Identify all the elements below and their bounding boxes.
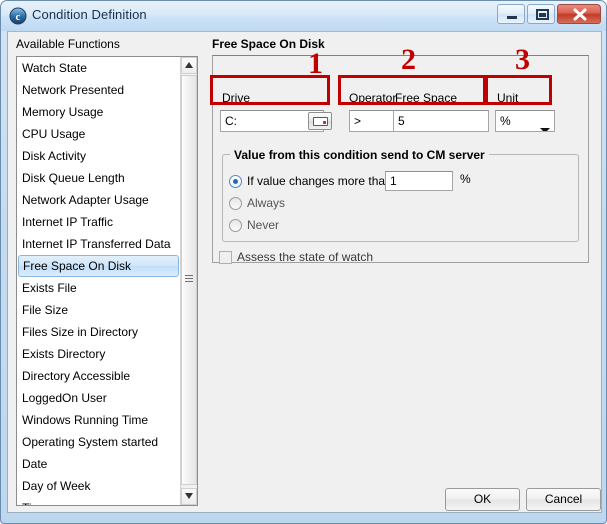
radio-selected-icon [229,175,242,188]
list-item[interactable]: Day of Week [17,475,181,497]
free-space-label: Free Space [395,91,458,105]
close-button[interactable] [557,4,601,24]
list-item[interactable]: Disk Activity [17,145,181,167]
maximize-button[interactable] [527,4,555,24]
radio-never-label: Never [247,218,280,232]
page-title: Free Space On Disk [212,37,325,51]
radio-unselected-icon [229,197,242,210]
list-item[interactable]: Network Adapter Usage [17,189,181,211]
available-functions-label: Available Functions [16,37,120,51]
list-item[interactable]: Memory Usage [17,101,181,123]
unit-value: % [500,114,511,128]
scrollbar-grip-icon [185,275,193,285]
window-title: Condition Definition [32,7,147,22]
operator-value: > [354,114,362,128]
unit-select[interactable]: % [495,110,555,132]
chevron-down-icon [538,119,552,131]
list-item[interactable]: Exists File [17,277,181,299]
list-item[interactable]: Internet IP Traffic [17,211,181,233]
condition-definition-window: c Condition Definition Available Functio… [0,0,607,524]
minimize-button[interactable] [497,4,525,24]
threshold-unit-label: % [460,172,471,186]
list-item[interactable]: Network Presented [17,79,181,101]
list-item[interactable]: Exists Directory [17,343,181,365]
dialog-client-area: Available Functions Watch State Network P… [7,31,602,513]
send-to-server-title: Value from this condition send to CM ser… [230,148,489,162]
title-bar: c Condition Definition [1,1,606,31]
cancel-button[interactable]: Cancel [526,488,601,511]
radio-if-value-changes-label: If value changes more than [247,174,392,188]
drive-browse-button[interactable] [308,112,332,130]
list-item[interactable]: Free Space On Disk [18,255,179,277]
operator-label: Operator [349,91,397,105]
threshold-input[interactable]: 1 [385,171,453,191]
triangle-up-icon[interactable] [181,57,197,74]
unit-label: Unit [497,91,519,105]
radio-unselected-icon [229,219,242,232]
triangle-down-icon[interactable] [181,488,197,505]
function-list-items: Watch State Network Presented Memory Usage… [17,57,181,505]
list-scrollbar[interactable] [180,57,197,505]
list-item[interactable]: Disk Queue Length [17,167,181,189]
available-functions-list[interactable]: Watch State Network Presented Memory Usage… [16,56,198,506]
list-item[interactable]: Watch State [17,57,181,79]
list-item[interactable]: LoggedOn User [17,387,181,409]
list-item[interactable]: Windows Running Time [17,409,181,431]
assess-state-label: Assess the state of watch [237,250,374,264]
radio-always-label: Always [247,196,286,210]
list-item[interactable]: Directory Accessible [17,365,181,387]
list-item[interactable]: Operating System started [17,431,181,453]
list-item[interactable]: File Size [17,299,181,321]
checkbox-unchecked-icon [219,251,232,264]
svg-text:c: c [16,11,21,23]
free-space-input[interactable]: 5 [393,110,489,132]
list-item[interactable]: Time [17,497,181,505]
list-item[interactable]: CPU Usage [17,123,181,145]
c-circle-icon: c [9,7,27,25]
ok-button[interactable]: OK [445,488,520,511]
disk-drive-icon [313,117,328,126]
list-item[interactable]: Date [17,453,181,475]
drive-label: Drive [222,91,251,105]
list-item[interactable]: Internet IP Transferred Data [17,233,181,255]
list-item[interactable]: Files Size in Directory [17,321,181,343]
scrollbar-thumb[interactable] [181,75,197,485]
